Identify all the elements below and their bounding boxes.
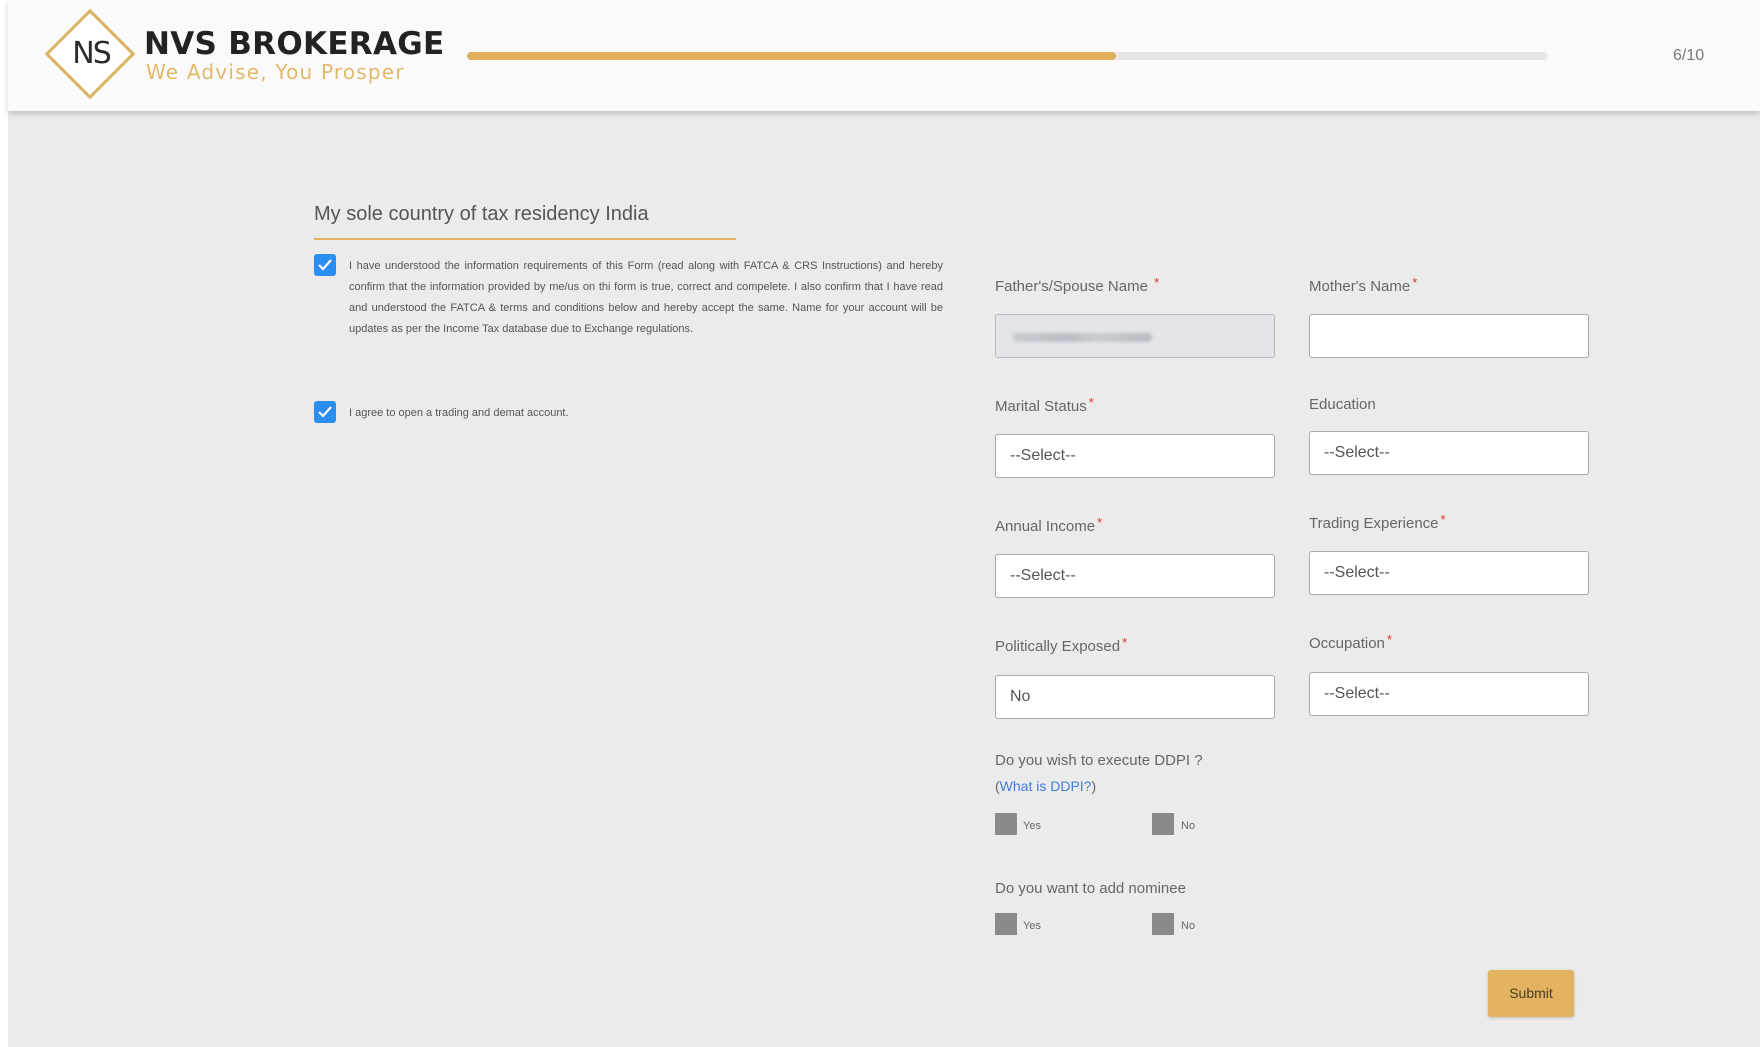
ddpi-question: Do you wish to execute DDPI ? <box>995 752 1203 769</box>
annual-income-select[interactable]: --Select-- <box>995 554 1275 598</box>
mother-name-input[interactable] <box>1309 314 1589 358</box>
brand-logo: NS NVS BROKERAGE We Advise, You Prosper <box>44 8 458 102</box>
account-consent-text: I agree to open a trading and demat acco… <box>349 407 569 419</box>
account-consent-checkbox[interactable] <box>314 401 336 423</box>
section-title: My sole country of tax residency India <box>314 203 649 225</box>
nominee-question: Do you want to add nominee <box>995 880 1186 897</box>
brand-tagline: We Advise, You Prosper <box>146 60 405 84</box>
father-spouse-label: Father's/Spouse Name * <box>995 275 1160 295</box>
checkmark-icon <box>318 406 332 418</box>
mother-name-label: Mother's Name * <box>1309 275 1418 295</box>
header: NS NVS BROKERAGE We Advise, You Prosper … <box>8 0 1760 111</box>
education-label: Education <box>1309 396 1376 413</box>
father-spouse-input[interactable] <box>995 314 1275 358</box>
annual-income-label: Annual Income * <box>995 515 1103 535</box>
nominee-no-checkbox[interactable] <box>1152 913 1174 935</box>
occupation-select[interactable]: --Select-- <box>1309 672 1589 716</box>
brand-name: NVS BROKERAGE <box>144 26 445 62</box>
education-select[interactable]: --Select-- <box>1309 431 1589 475</box>
nominee-yes-label: Yes <box>1023 920 1041 932</box>
what-is-ddpi-link[interactable]: What is DDPI? <box>1000 778 1092 794</box>
nominee-yes-checkbox[interactable] <box>995 913 1017 935</box>
ddpi-no-checkbox[interactable] <box>1152 813 1174 835</box>
page-background <box>8 0 1760 1047</box>
politically-exposed-select[interactable]: No <box>995 675 1275 719</box>
fatca-consent-text: I have understood the information requir… <box>349 260 943 335</box>
marital-status-label: Marital Status * <box>995 395 1094 415</box>
ddpi-no-label: No <box>1181 820 1196 832</box>
nominee-no-label: No <box>1181 920 1196 932</box>
ddpi-yes-label: Yes <box>1023 820 1041 832</box>
progress-bar <box>467 52 1548 60</box>
ddpi-yes-checkbox[interactable] <box>995 813 1017 835</box>
checkmark-icon <box>318 259 332 271</box>
title-underline <box>314 238 736 240</box>
submit-button[interactable]: Submit <box>1488 970 1574 1017</box>
occupation-label: Occupation * <box>1309 632 1392 652</box>
progress-fill <box>467 52 1116 60</box>
trading-experience-select[interactable]: --Select-- <box>1309 551 1589 595</box>
politically-exposed-label: Politically Exposed * <box>995 635 1128 655</box>
trading-experience-label: Trading Experience * <box>1309 512 1446 532</box>
step-counter: 6/10 <box>1673 47 1705 64</box>
marital-status-select[interactable]: --Select-- <box>995 434 1275 478</box>
redacted-value <box>1012 333 1152 342</box>
logo-letters: NS <box>72 36 111 71</box>
fatca-consent-checkbox[interactable] <box>314 254 336 276</box>
ddpi-help: (What is DDPI?) <box>995 778 1097 794</box>
